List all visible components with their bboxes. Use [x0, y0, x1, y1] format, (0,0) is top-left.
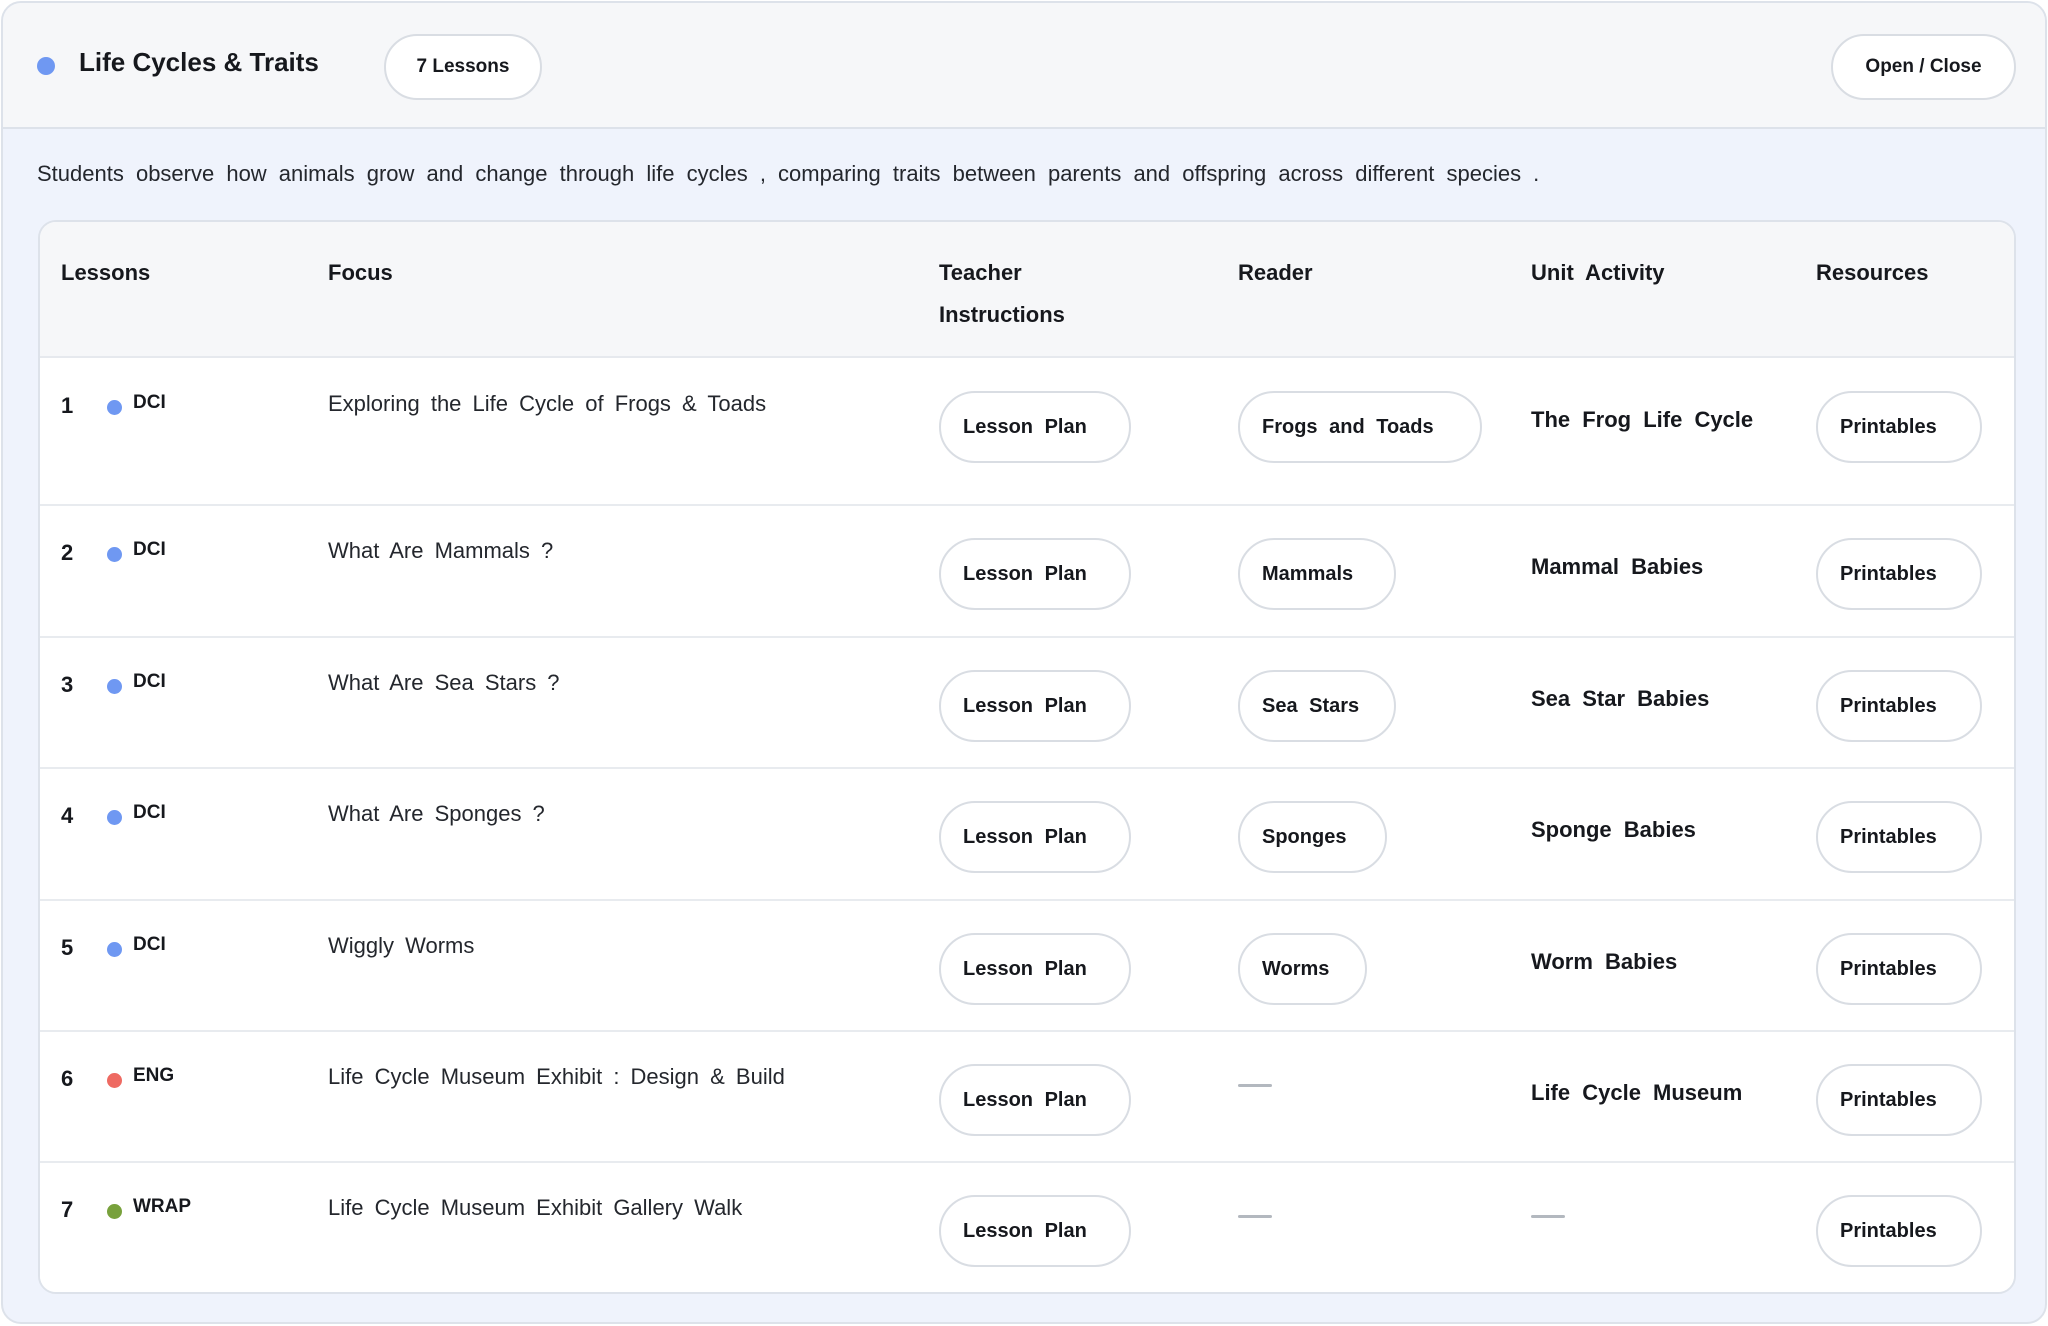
lessons-table: Lessons Focus Teacher Instructions Reade…: [38, 220, 2016, 1294]
printables-button[interactable]: Printables: [1816, 538, 1982, 610]
printables-button[interactable]: Printables: [1816, 391, 1982, 463]
tag-color-dot: [107, 942, 122, 957]
lesson-focus: Life Cycle Museum Exhibit : Design & Bui…: [328, 1064, 785, 1089]
lesson-tag: ENG: [133, 1065, 175, 1086]
reader-button[interactable]: Sea Stars: [1238, 670, 1396, 742]
unit-activity-text: Life Cycle Museum: [1531, 1080, 1743, 1105]
printables-button[interactable]: Printables: [1816, 670, 1982, 742]
lesson-number: 5: [61, 935, 74, 960]
lesson-plan-button[interactable]: Lesson Plan: [939, 1064, 1131, 1136]
header-lessons: Lessons: [61, 260, 151, 285]
unit-activity-text: The Frog Life Cycle: [1531, 407, 1754, 432]
lesson-tag: WRAP: [133, 1196, 192, 1217]
unit-panel: Life Cycles & Traits 7 Lessons Open / Cl…: [1, 1, 2047, 1324]
reader-button[interactable]: Frogs and Toads: [1238, 391, 1482, 463]
reader-button[interactable]: Mammals: [1238, 538, 1396, 610]
lesson-focus: Wiggly Worms: [328, 933, 475, 958]
lesson-focus: What Are Sea Stars ?: [328, 670, 560, 695]
unit-header[interactable]: Life Cycles & Traits 7 Lessons Open / Cl…: [3, 3, 2045, 129]
unit-color-dot: [37, 57, 55, 75]
reader-empty-dash: [1238, 1084, 1272, 1087]
lesson-number: 4: [61, 803, 74, 828]
lesson-plan-button[interactable]: Lesson Plan: [939, 391, 1131, 463]
table-row: 1 DCI Exploring the Life Cycle of Frogs & …: [40, 359, 2014, 506]
lesson-tag: DCI: [133, 934, 166, 955]
lesson-tag: DCI: [133, 539, 166, 560]
tag-color-dot: [107, 679, 122, 694]
lesson-plan-button[interactable]: Lesson Plan: [939, 933, 1131, 1005]
lesson-number: 6: [61, 1066, 74, 1091]
unit-activity-text: Sponge Babies: [1531, 817, 1696, 842]
printables-button[interactable]: Printables: [1816, 933, 1982, 1005]
lesson-count-badge: 7 Lessons: [384, 34, 542, 100]
tag-color-dot: [107, 1204, 122, 1219]
lesson-tag: DCI: [133, 671, 166, 692]
open-close-toggle-button[interactable]: Open / Close: [1831, 34, 2016, 100]
table-row: 6 ENG Life Cycle Museum Exhibit : Design &…: [40, 1032, 2014, 1163]
reader-button[interactable]: Sponges: [1238, 801, 1387, 873]
lesson-focus: What Are Sponges ?: [328, 801, 545, 826]
table-row: 4 DCI What Are Sponges ? Lesson Plan Sponges…: [40, 769, 2014, 901]
table-row: 5 DCI Wiggly Worms Lesson Plan Worms Worm Bab…: [40, 901, 2014, 1032]
header-resources: Resources: [1816, 260, 1929, 285]
lesson-plan-button[interactable]: Lesson Plan: [939, 1195, 1131, 1267]
lesson-number: 3: [61, 672, 74, 697]
lesson-plan-button[interactable]: Lesson Plan: [939, 670, 1131, 742]
tag-color-dot: [107, 400, 122, 415]
reader-button[interactable]: Worms: [1238, 933, 1367, 1005]
lesson-focus: Life Cycle Museum Exhibit Gallery Walk: [328, 1195, 743, 1220]
activity-empty-dash: [1531, 1215, 1565, 1218]
reader-empty-dash: [1238, 1215, 1272, 1218]
lesson-plan-button[interactable]: Lesson Plan: [939, 538, 1131, 610]
tag-color-dot: [107, 1073, 122, 1088]
printables-button[interactable]: Printables: [1816, 1195, 1982, 1267]
header-reader: Reader: [1238, 260, 1313, 285]
header-teacher-instructions: Teacher Instructions: [939, 260, 1065, 327]
lesson-plan-button[interactable]: Lesson Plan: [939, 801, 1131, 873]
table-row: 7 WRAP Life Cycle Museum Exhibit Gallery W…: [40, 1163, 2014, 1292]
unit-activity-text: Sea Star Babies: [1531, 686, 1710, 711]
unit-activity-text: Worm Babies: [1531, 949, 1678, 974]
lesson-tag: DCI: [133, 392, 166, 413]
printables-button[interactable]: Printables: [1816, 801, 1982, 873]
unit-activity-text: Mammal Babies: [1531, 554, 1704, 579]
header-unit-activity: Unit Activity: [1531, 260, 1665, 285]
header-focus: Focus: [328, 260, 393, 285]
lesson-tag: DCI: [133, 802, 166, 823]
tag-color-dot: [107, 810, 122, 825]
lesson-number: 1: [61, 393, 74, 418]
lesson-focus: Exploring the Life Cycle of Frogs & Toad…: [328, 391, 767, 416]
lesson-number: 2: [61, 540, 74, 565]
table-row: 2 DCI What Are Mammals ? Lesson Plan Mammals…: [40, 506, 2014, 638]
unit-title: Life Cycles & Traits: [79, 47, 319, 77]
table-header: Lessons Focus Teacher Instructions Reade…: [40, 222, 2014, 358]
table-row: 3 DCI What Are Sea Stars ? Lesson Plan Sea S…: [40, 638, 2014, 769]
lesson-number: 7: [61, 1197, 74, 1222]
lesson-focus: What Are Mammals ?: [328, 538, 554, 563]
printables-button[interactable]: Printables: [1816, 1064, 1982, 1136]
unit-summary: Students observe how animals grow and ch…: [37, 161, 1540, 186]
tag-color-dot: [107, 547, 122, 562]
